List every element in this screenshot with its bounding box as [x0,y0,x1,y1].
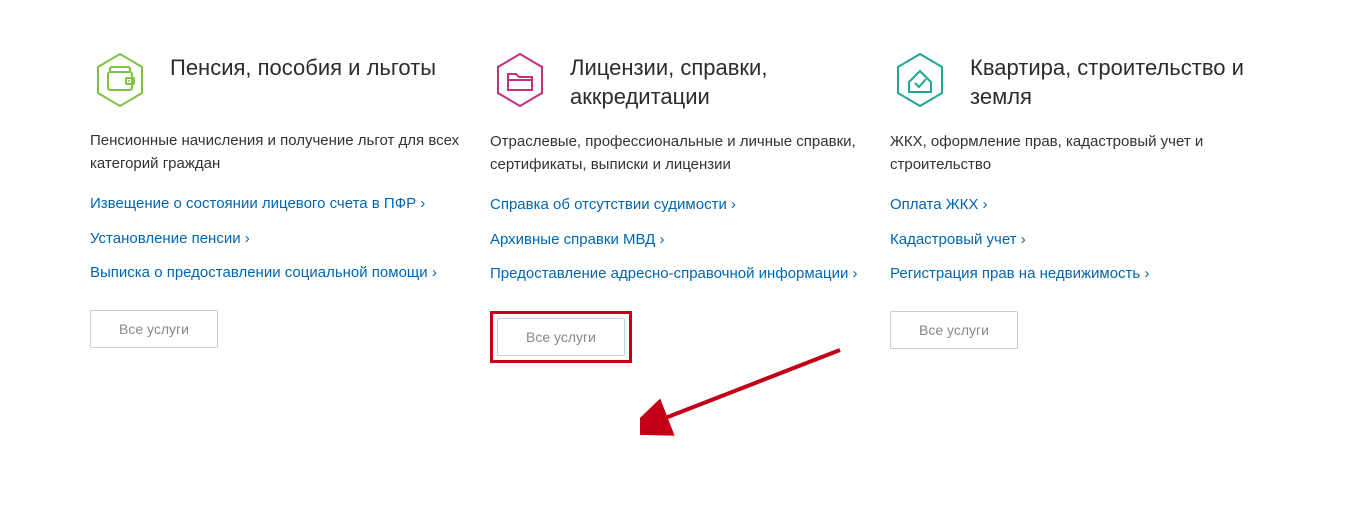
folder-icon [490,50,550,110]
card-links: Оплата ЖКХ Кадастровый учет Регистрация … [890,194,1260,286]
card-links: Справка об отсутствии судимости Архивные… [490,194,860,286]
link-pfr-account[interactable]: Извещение о состоянии лицевого счета в П… [90,193,460,216]
card-apartment: Квартира, строительство и земля ЖКХ, офо… [890,50,1260,363]
link-social-help[interactable]: Выписка о предоставлении социальной помо… [90,262,460,285]
all-services-button[interactable]: Все услуги [90,310,218,348]
card-title: Квартира, строительство и земля [970,50,1260,111]
link-property-rights[interactable]: Регистрация прав на недвижимость [890,263,1260,286]
service-categories: Пенсия, пособия и льготы Пенсионные начи… [20,50,1328,363]
card-pension: Пенсия, пособия и льготы Пенсионные начи… [90,50,460,363]
link-utilities-payment[interactable]: Оплата ЖКХ [890,194,1260,217]
card-title: Пенсия, пособия и льготы [170,50,436,83]
card-header: Квартира, строительство и земля [890,50,1260,111]
card-description: Пенсионные начисления и получение льгот … [90,130,460,175]
link-cadastral[interactable]: Кадастровый учет [890,229,1260,252]
card-description: Отраслевые, профессиональные и личные сп… [490,131,860,176]
link-mvd-archive[interactable]: Архивные справки МВД [490,229,860,252]
link-pension-set[interactable]: Установление пенсии [90,228,460,251]
card-title: Лицензии, справки, аккредитации [570,50,860,111]
house-check-icon [890,50,950,110]
card-links: Извещение о состоянии лицевого счета в П… [90,193,460,285]
card-description: ЖКХ, оформление прав, кадастровый учет и… [890,131,1260,176]
highlight-box: Все услуги [490,311,632,363]
card-licenses: Лицензии, справки, аккредитации Отраслев… [490,50,860,363]
all-services-button[interactable]: Все услуги [890,311,1018,349]
link-criminal-record[interactable]: Справка об отсутствии судимости [490,194,860,217]
all-services-button-highlighted[interactable]: Все услуги [497,318,625,356]
wallet-icon [90,50,150,110]
link-address-info[interactable]: Предоставление адресно-справочной информ… [490,263,860,286]
card-header: Лицензии, справки, аккредитации [490,50,860,111]
card-header: Пенсия, пособия и льготы [90,50,460,110]
arrow-annotation-icon [640,340,860,450]
